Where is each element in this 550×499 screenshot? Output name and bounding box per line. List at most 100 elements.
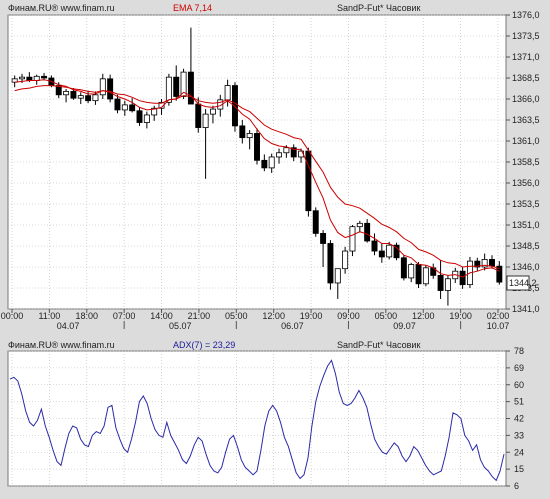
adx-symbol-label: SandP-Fut* Часовик bbox=[337, 340, 420, 350]
last-price-label: 1344,2 bbox=[509, 278, 537, 288]
candle-down bbox=[364, 222, 371, 242]
price-x-date-label: 05.07 bbox=[169, 321, 192, 331]
price-y-tick-label: 1358,5 bbox=[512, 157, 540, 167]
candle-up bbox=[334, 268, 341, 284]
candle-up bbox=[99, 78, 106, 96]
candle-up bbox=[19, 76, 25, 80]
price-x-tick-label: 02:00 bbox=[487, 311, 510, 321]
candle-up bbox=[202, 113, 209, 128]
candle-up bbox=[165, 76, 172, 103]
price-x-tick-label: 19:00 bbox=[300, 311, 323, 321]
candle-down bbox=[261, 159, 268, 169]
candle-up bbox=[209, 108, 216, 115]
price-x-tick-label: 05:00 bbox=[375, 311, 398, 321]
candle-down bbox=[129, 104, 136, 112]
candle-down bbox=[371, 240, 378, 252]
candle-down bbox=[254, 133, 260, 161]
price-x-tick-label: 18:00 bbox=[76, 311, 99, 321]
adx-y-tick-label: 15 bbox=[514, 464, 524, 474]
candle-down bbox=[415, 264, 422, 285]
price-x-tick-label: 00:00 bbox=[1, 311, 24, 321]
candle-down bbox=[85, 95, 92, 102]
price-x-axis: 00:00 11:00 18:00 07:00 14:00 21:00 05:00 12:00… bbox=[1, 309, 510, 331]
price-y-tick-label: 1348,5 bbox=[512, 241, 540, 251]
price-x-date-label: 09.07 bbox=[393, 321, 416, 331]
candle-down bbox=[187, 71, 194, 105]
price-symbol-label: SandP-Fut* Часовик bbox=[337, 3, 420, 13]
candle-down bbox=[195, 103, 202, 128]
price-y-tick-label: 1376,0 bbox=[512, 10, 540, 20]
price-y-tick-label: 1346,0 bbox=[512, 262, 540, 272]
adx-y-tick-label: 33 bbox=[514, 430, 524, 440]
candle-up bbox=[408, 264, 415, 279]
candle-down bbox=[489, 259, 495, 267]
candle-down bbox=[378, 250, 385, 258]
price-x-tick-label: 11:00 bbox=[38, 311, 60, 321]
candle-down bbox=[239, 125, 246, 139]
price-y-tick-label: 1351,0 bbox=[512, 220, 540, 230]
candle-up bbox=[422, 267, 429, 285]
candle-down bbox=[459, 270, 466, 286]
candle-down bbox=[114, 98, 121, 111]
price-x-tick-label: 14:00 bbox=[150, 311, 173, 321]
candle-down bbox=[312, 210, 319, 234]
adx-y-tick-label: 24 bbox=[514, 447, 524, 457]
price-y-axis: 1376,0 1373,5 1371,0 1368,5 1366,0 1363,5 1361… bbox=[506, 10, 540, 314]
price-y-tick-label: 1373,5 bbox=[512, 31, 540, 41]
price-y-tick-label: 1366,0 bbox=[512, 94, 540, 104]
candle-up bbox=[356, 222, 363, 228]
candle-down bbox=[327, 243, 334, 284]
price-y-tick-label: 1368,5 bbox=[512, 73, 540, 83]
price-y-tick-label: 1341,0 bbox=[512, 304, 540, 314]
candle-up bbox=[283, 147, 290, 154]
candle-up bbox=[143, 114, 150, 123]
price-x-tick-label: 21:00 bbox=[188, 311, 211, 321]
price-x-tick-label: 12:00 bbox=[412, 311, 435, 321]
price-x-date-label: 10.07 bbox=[487, 321, 510, 331]
candle-up bbox=[77, 95, 84, 99]
price-x-tick-label: 05:00 bbox=[225, 311, 248, 321]
candle-up bbox=[92, 94, 99, 102]
price-x-tick-label: 19:00 bbox=[449, 311, 472, 321]
price-x-date-label: 04.07 bbox=[57, 321, 80, 331]
candle-down bbox=[437, 274, 444, 291]
ema-indicator-label: EMA 7,14 bbox=[173, 3, 212, 13]
price-y-tick-label: 1353,5 bbox=[512, 199, 540, 209]
candle-down bbox=[400, 257, 407, 279]
price-y-tick-label: 1363,5 bbox=[512, 115, 540, 125]
candle-down bbox=[41, 75, 48, 79]
adx-y-axis: 78 69 60 51 42 33 24 15 6 bbox=[506, 346, 524, 491]
candle-up bbox=[386, 244, 393, 258]
candle-up bbox=[268, 156, 275, 169]
candle-down bbox=[136, 110, 143, 123]
candle-up bbox=[349, 226, 356, 252]
adx-y-tick-label: 6 bbox=[514, 481, 519, 491]
adx-y-tick-label: 51 bbox=[514, 397, 524, 407]
adx-source-label: Финам.RU® www.finam.ru bbox=[8, 340, 115, 350]
price-x-tick-label: 12:00 bbox=[262, 311, 285, 321]
price-y-tick-label: 1361,0 bbox=[512, 136, 540, 146]
candle-down bbox=[305, 150, 312, 212]
candle-up bbox=[444, 278, 451, 291]
price-x-tick-label: 09:00 bbox=[337, 311, 360, 321]
candle-up bbox=[246, 133, 253, 139]
candle-up bbox=[63, 91, 70, 96]
price-x-tick-label: 07:00 bbox=[113, 311, 136, 321]
candle-down bbox=[70, 91, 77, 99]
price-y-tick-label: 1371,0 bbox=[512, 52, 540, 62]
price-x-date-label: 06.07 bbox=[281, 321, 304, 331]
price-source-label: Финам.RU® www.finam.ru bbox=[8, 3, 115, 13]
adx-y-tick-label: 42 bbox=[514, 414, 524, 424]
candle-up bbox=[342, 250, 349, 270]
last-price-marker: 1344,2 bbox=[506, 275, 537, 291]
candle-up bbox=[224, 85, 231, 101]
candle-up bbox=[276, 152, 282, 158]
adx-y-tick-label: 69 bbox=[514, 363, 524, 373]
candle-down bbox=[320, 232, 327, 244]
chart-root: Финам.RU® www.finam.ru EMA 7,14 SandP-Fu… bbox=[1, 3, 540, 491]
candle-down bbox=[107, 78, 114, 100]
adx-y-tick-label: 78 bbox=[514, 346, 524, 356]
adx-indicator-label: ADX(7) = 23,29 bbox=[173, 340, 235, 350]
price-y-tick-label: 1356,0 bbox=[512, 178, 540, 188]
candle-up bbox=[121, 104, 128, 111]
